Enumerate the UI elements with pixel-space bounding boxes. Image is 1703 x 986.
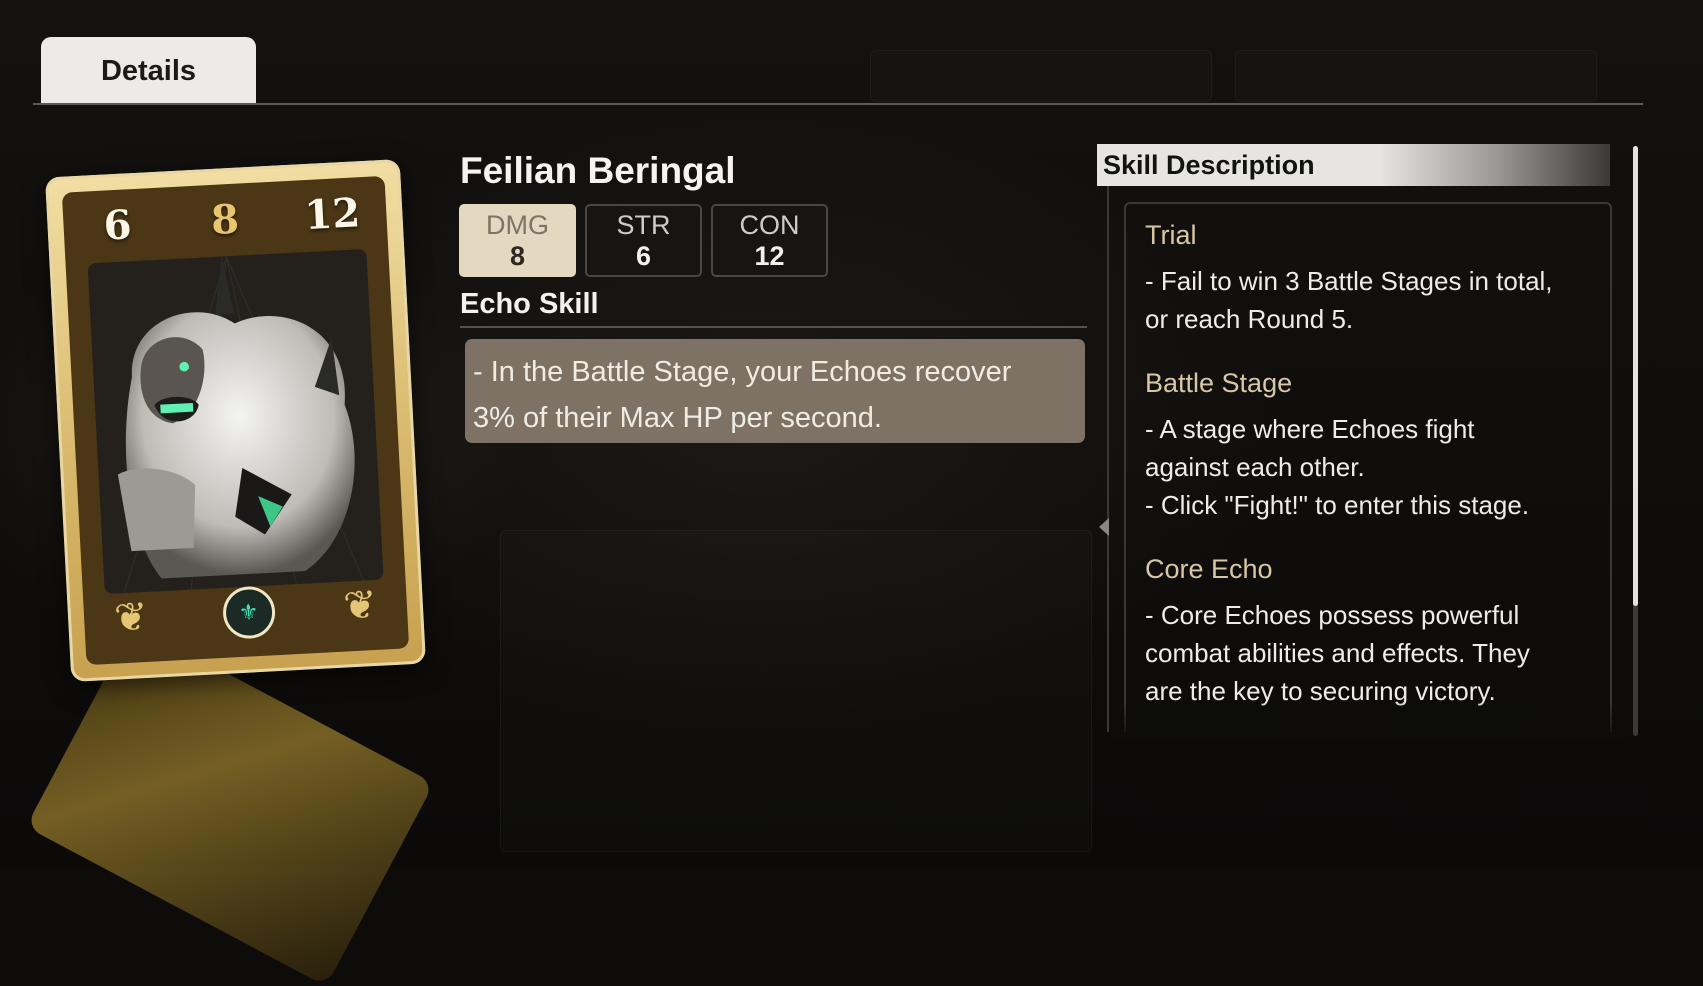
- description-section-title: Trial: [1145, 220, 1197, 250]
- description-section-trial: Trial - Fail to win 3 Battle Stages in t…: [1145, 218, 1592, 338]
- skill-description-panel[interactable]: Trial - Fail to win 3 Battle Stages in t…: [1124, 202, 1612, 732]
- skill-description-heading: Skill Description: [1097, 144, 1610, 186]
- card-damage-value: 6: [102, 200, 133, 250]
- card-cost-value: 8: [209, 195, 241, 244]
- stat-label: STR: [616, 209, 671, 240]
- stat-label: DMG: [486, 209, 549, 240]
- description-line: - A stage where Echoes fight: [1145, 414, 1475, 444]
- tab-details[interactable]: Details: [41, 37, 256, 105]
- description-fade: [1110, 700, 1630, 740]
- laurel-right-icon: ❦: [342, 582, 378, 629]
- card-art: [87, 248, 384, 595]
- echo-skill-heading: Echo Skill: [460, 288, 599, 320]
- description-section-core-echo: Core Echo - Core Echoes possess powerful…: [1145, 552, 1592, 710]
- laurel-left-icon: ❦: [113, 594, 149, 641]
- echo-skill-box: - In the Battle Stage, your Echoes recov…: [465, 339, 1085, 443]
- stat-con[interactable]: CON 12: [711, 204, 828, 277]
- description-section-title: Battle Stage: [1145, 368, 1293, 398]
- background-panel: [870, 50, 1212, 102]
- echo-skill-line: - In the Battle Stage, your Echoes recov…: [473, 356, 1012, 388]
- description-line: - Fail to win 3 Battle Stages in total,: [1145, 266, 1553, 296]
- card-con-value: 12: [303, 188, 362, 239]
- background-panel: [1235, 50, 1597, 102]
- description-line: - Click "Fight!" to enter this stage.: [1145, 490, 1530, 520]
- stat-row: DMG 8 STR 6 CON 12: [459, 204, 828, 277]
- description-line: against each other.: [1145, 452, 1365, 482]
- description-scrollbar-thumb[interactable]: [1633, 146, 1638, 606]
- collapse-arrow-icon[interactable]: [1099, 518, 1109, 536]
- echo-emblem-icon: ⚜: [221, 585, 276, 640]
- description-section-title: Core Echo: [1145, 554, 1273, 584]
- tab-details-label: Details: [100, 54, 197, 87]
- stat-dmg[interactable]: DMG 8: [459, 204, 576, 277]
- echo-card: 6 8 12 ❦ ❦ ⚜: [45, 159, 426, 682]
- background-panel: [500, 530, 1092, 852]
- description-section-battle-stage: Battle Stage - A stage where Echoes figh…: [1145, 366, 1592, 524]
- description-line: or reach Round 5.: [1145, 304, 1354, 334]
- echo-name: Feilian Beringal: [460, 150, 736, 191]
- stat-value: 12: [754, 240, 785, 271]
- echo-skill-divider: [460, 326, 1087, 328]
- stat-str[interactable]: STR 6: [585, 204, 702, 277]
- description-line: combat abilities and effects. They: [1145, 638, 1530, 668]
- stat-value: 8: [509, 240, 526, 271]
- description-line: - Core Echoes possess powerful: [1145, 600, 1520, 630]
- echo-skill-line: 3% of their Max HP per second.: [473, 402, 882, 434]
- card-stats: 6 8 12: [76, 183, 374, 256]
- card-inner: 6 8 12 ❦ ❦ ⚜: [61, 175, 410, 666]
- tab-divider: [33, 103, 1643, 105]
- stat-value: 6: [635, 240, 652, 271]
- stat-label: CON: [739, 209, 800, 240]
- description-rail: [1107, 186, 1109, 732]
- ape-monster-illustration: [87, 248, 384, 595]
